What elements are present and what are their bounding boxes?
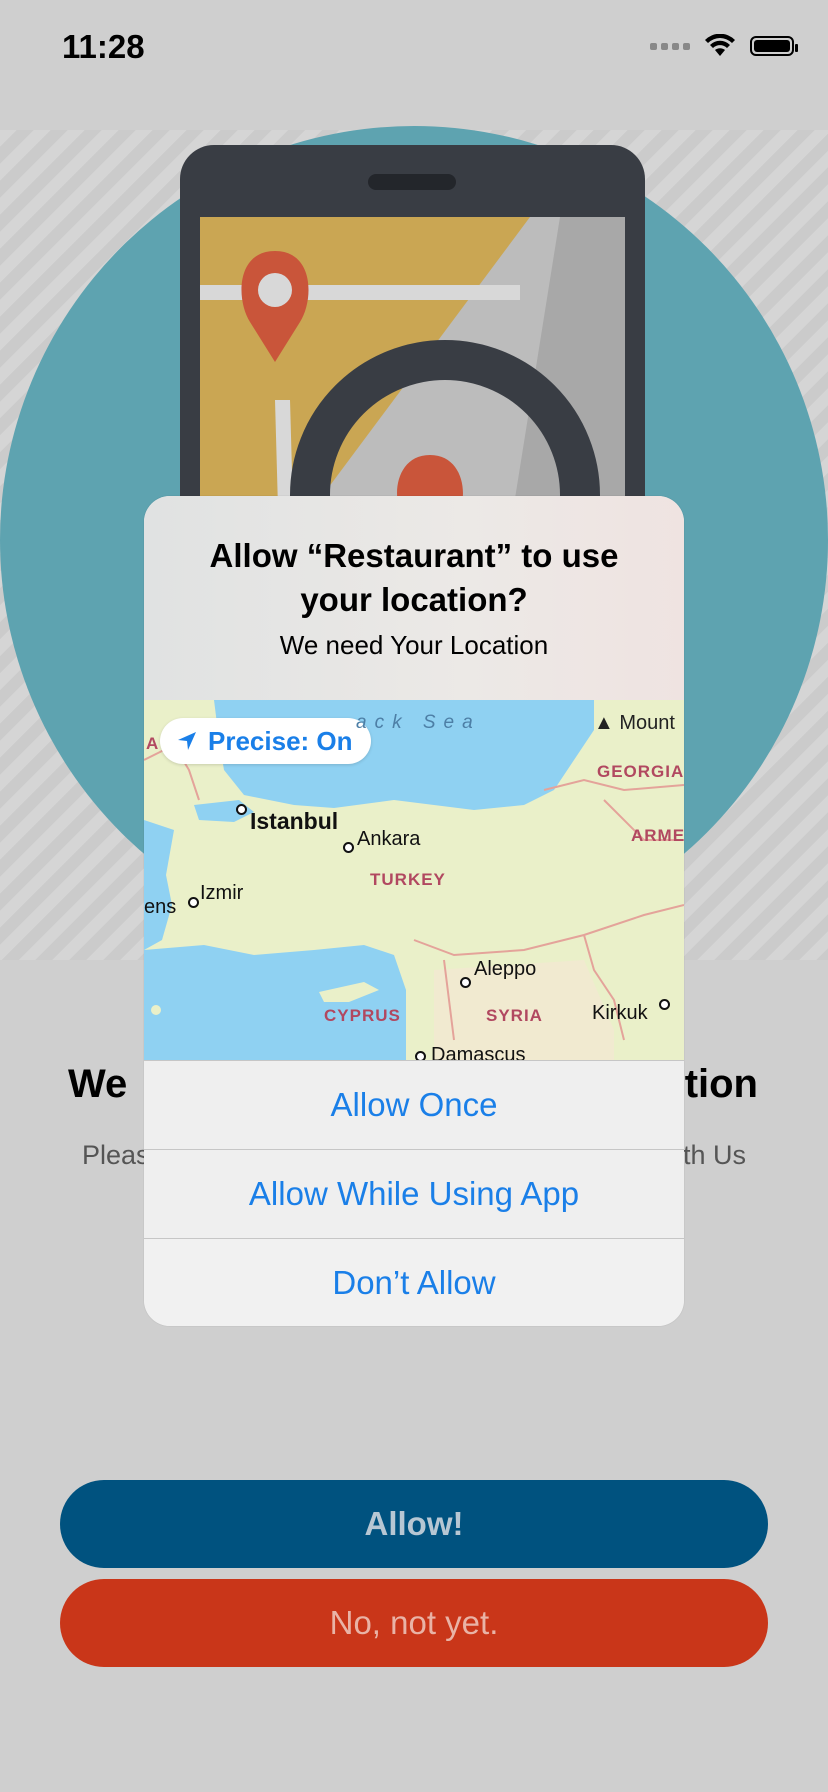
location-arrow-icon — [178, 732, 196, 750]
battery-icon — [750, 36, 798, 56]
status-bar: 11:28 — [0, 0, 828, 100]
wifi-icon — [705, 34, 735, 56]
allow-button[interactable]: Allow! — [60, 1480, 768, 1568]
syria-label: SYRIA — [486, 1006, 543, 1025]
ankara-label: Ankara — [357, 828, 421, 850]
allow-while-using-button[interactable]: Allow While Using App — [144, 1149, 684, 1238]
status-time: 11:28 — [62, 28, 145, 65]
signal-icon — [650, 42, 690, 50]
status-icons — [650, 34, 798, 58]
alert-title: Allow “Restaurant” to use your location? — [209, 537, 619, 618]
location-permission-alert: Allow “Restaurant” to use your location?… — [144, 496, 684, 1326]
armenia-label: ARMEI — [631, 826, 684, 845]
cyprus-label: CYPRUS — [324, 1006, 401, 1025]
mount-label: ▲ Mount — [594, 712, 675, 734]
allow-once-button[interactable]: Allow Once — [144, 1060, 684, 1149]
izmir-label: Izmir — [200, 882, 244, 904]
sea-label: ack Sea — [356, 712, 481, 733]
mediterranean — [144, 945, 406, 1060]
damascus-label: Damascus — [431, 1044, 526, 1060]
aleppo-label: Aleppo — [474, 958, 537, 980]
precise-toggle[interactable]: Precise: On — [160, 718, 371, 764]
precise-label: Precise: On — [208, 725, 353, 756]
phone-speaker — [368, 174, 456, 190]
location-map: Precise: On ack Sea A ▲ Mount GEORGIA AR… — [144, 700, 684, 1060]
turkey-label: TURKEY — [370, 870, 446, 889]
alert-header: Allow “Restaurant” to use your location?… — [144, 496, 684, 700]
istanbul-label: Istanbul — [250, 808, 339, 834]
not-yet-button[interactable]: No, not yet. — [60, 1579, 768, 1667]
edge-label: A — [146, 734, 159, 753]
georgia-label: GEORGIA — [597, 762, 684, 781]
alert-message: We need Your Location — [279, 630, 549, 660]
athens-label: ens — [144, 896, 177, 918]
kirkuk-label: Kirkuk — [592, 1002, 648, 1024]
dont-allow-button[interactable]: Don’t Allow — [144, 1238, 684, 1326]
